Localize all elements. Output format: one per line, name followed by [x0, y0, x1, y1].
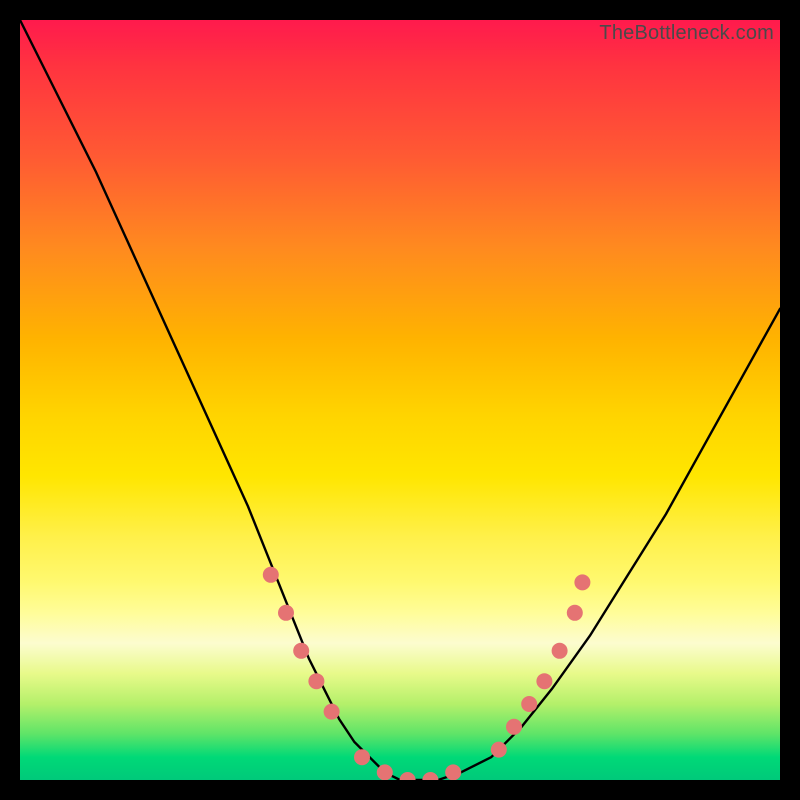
curve-marker [574, 574, 590, 590]
curve-marker [567, 605, 583, 621]
curve-marker [445, 764, 461, 780]
curve-marker [308, 673, 324, 689]
curve-marker [377, 764, 393, 780]
curve-marker [506, 719, 522, 735]
curve-marker [521, 696, 537, 712]
curve-marker [293, 643, 309, 659]
marker-group [263, 567, 591, 780]
curve-marker [278, 605, 294, 621]
curve-marker [324, 704, 340, 720]
curve-marker [263, 567, 279, 583]
curve-marker [354, 749, 370, 765]
curve-marker [422, 772, 438, 780]
plot-area: TheBottleneck.com [20, 20, 780, 780]
bottleneck-curve-svg [20, 20, 780, 780]
chart-frame: TheBottleneck.com [0, 0, 800, 800]
bottleneck-curve-path [20, 20, 780, 780]
curve-marker [491, 742, 507, 758]
curve-marker [536, 673, 552, 689]
curve-marker [552, 643, 568, 659]
curve-marker [400, 772, 416, 780]
